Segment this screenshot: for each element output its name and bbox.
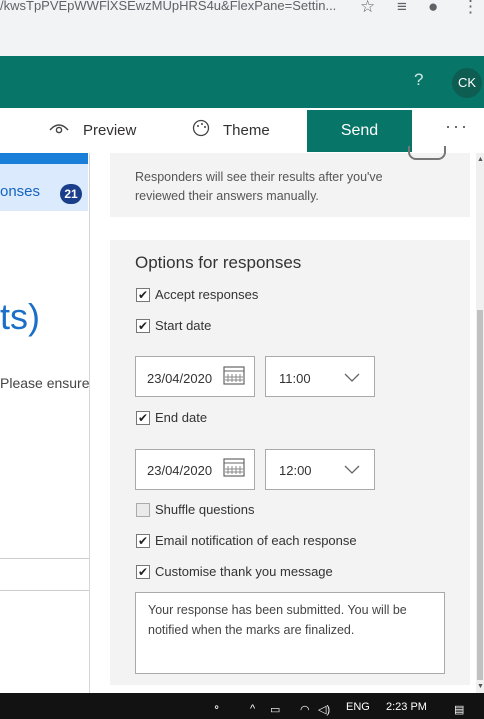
forms-header [0, 56, 484, 108]
accept-responses-label: Accept responses [155, 287, 259, 302]
toggle-switch[interactable] [408, 146, 446, 160]
customise-thank-you-label: Customise thank you message [155, 564, 333, 579]
people-icon[interactable]: ᐤ [214, 702, 219, 718]
media-icon[interactable]: ≡ [397, 0, 407, 17]
accept-responses-checkbox[interactable]: ✔ [136, 288, 150, 302]
form-canvas [0, 153, 90, 693]
chevron-down-icon [344, 370, 360, 388]
send-button[interactable]: Send [307, 110, 412, 152]
email-notification-checkbox[interactable]: ✔ [136, 534, 150, 548]
divider [0, 590, 90, 591]
scroll-down-arrow-icon[interactable]: ▼ [477, 683, 484, 690]
customise-thank-you-checkbox[interactable]: ✔ [136, 565, 150, 579]
shuffle-questions-checkbox[interactable] [136, 503, 150, 517]
shuffle-questions-label: Shuffle questions [155, 502, 255, 517]
scrollbar-thumb[interactable] [477, 310, 483, 680]
star-icon[interactable]: ☆ [360, 0, 375, 17]
divider [0, 558, 90, 559]
help-button[interactable]: ? [414, 70, 423, 90]
start-date-value: 23/04/2020 [147, 371, 213, 386]
notification-icon[interactable]: ▤ [454, 703, 464, 716]
review-note: Responders will see their results after … [135, 170, 383, 203]
end-date-label: End date [155, 410, 208, 425]
avatar[interactable]: CK [452, 68, 482, 98]
email-notification-label: Email notification of each response [155, 533, 357, 548]
url-text[interactable]: /kwsTpPVEpWWFlXSEwzMUpHRS4u&FlexPane=Set… [0, 0, 360, 18]
network-icon[interactable]: ▭ [270, 703, 280, 716]
form-title[interactable]: ts) [0, 296, 40, 338]
form-description[interactable]: Please ensure [0, 375, 90, 391]
end-date-value: 23/04/2020 [147, 463, 213, 478]
theme-icon [191, 118, 211, 143]
options-title: Options for responses [135, 253, 302, 272]
calendar-icon[interactable] [223, 457, 245, 482]
tab-active-indicator [0, 153, 88, 164]
scroll-up-arrow-icon[interactable]: ▲ [477, 156, 484, 163]
profile-icon[interactable]: ● [428, 0, 438, 17]
thank-you-message-text[interactable]: Your response has been submitted. You wi… [148, 600, 433, 640]
end-time-value: 12:00 [279, 463, 312, 478]
language-indicator[interactable]: ENG [346, 701, 370, 713]
theme-button[interactable]: Theme [223, 122, 270, 139]
browser-url-bar[interactable]: /kwsTpPVEpWWFlXSEwzMUpHRS4u&FlexPane=Set… [0, 0, 484, 56]
start-date-checkbox[interactable]: ✔ [136, 319, 150, 333]
preview-button[interactable]: Preview [83, 122, 136, 139]
wifi-icon[interactable]: ◠ [300, 703, 310, 716]
responses-count-badge: 21 [60, 184, 82, 204]
tab-responses-label: onses [0, 183, 41, 200]
start-date-label: Start date [155, 318, 212, 333]
chevron-up-icon[interactable]: ^ [250, 703, 255, 715]
calendar-icon[interactable] [223, 365, 245, 390]
preview-icon [48, 119, 70, 140]
start-time-value: 11:00 [279, 371, 311, 386]
browser-menu-icon[interactable]: ⋮ [462, 0, 479, 17]
more-options-button[interactable]: ··· [445, 116, 469, 137]
clock[interactable]: 2:23 PM [386, 701, 427, 713]
volume-icon[interactable]: ◁) [318, 703, 330, 716]
chevron-down-icon [344, 462, 360, 480]
end-date-checkbox[interactable]: ✔ [136, 411, 150, 425]
